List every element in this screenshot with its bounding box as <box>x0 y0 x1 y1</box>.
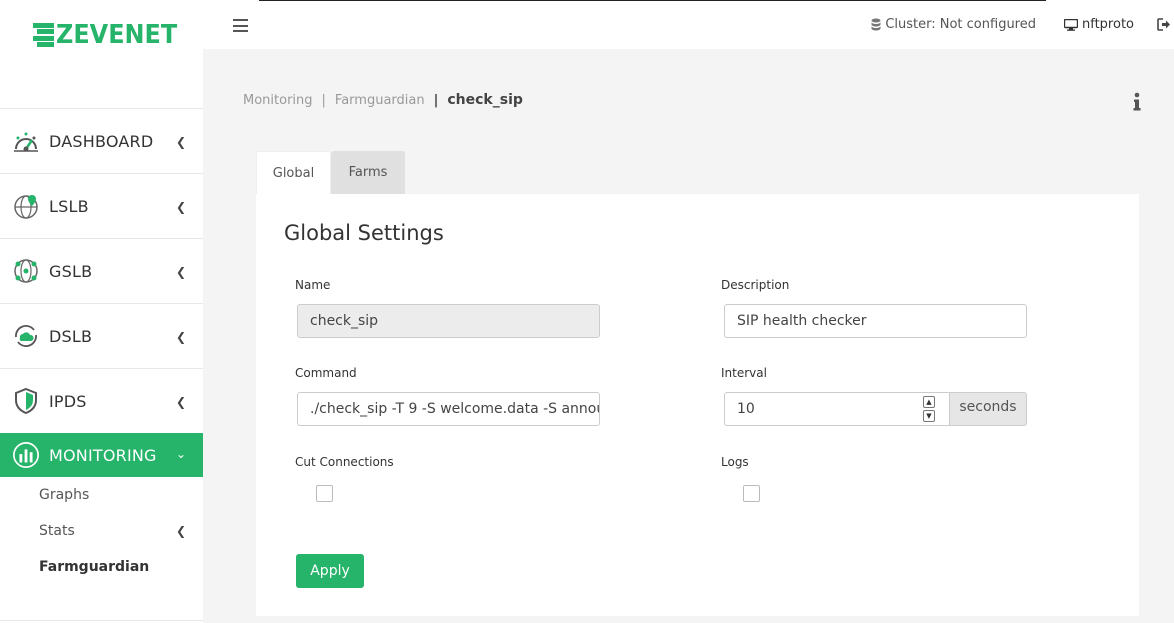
breadcrumb-current: check_sip <box>447 92 523 108</box>
sidebar-nav: DASHBOARD ❮ LSLB ❮ GSLB ❮ DSLB ❮ IPDS ❮ … <box>0 108 203 585</box>
hamburger-menu-icon[interactable] <box>233 19 248 32</box>
spinner-up-icon[interactable]: ▲ <box>923 396 935 408</box>
sign-out-icon <box>1157 18 1170 31</box>
global-settings-panel: Global Settings Name check_sip Descripti… <box>256 194 1139 616</box>
sidebar-item-label: DASHBOARD <box>49 131 154 151</box>
cut-connections-label: Cut Connections <box>295 455 394 469</box>
submenu-item-graphs[interactable]: Graphs <box>0 477 203 513</box>
sidebar-item-monitoring[interactable]: MONITORING ⌄ <box>0 433 203 477</box>
sidebar-item-label: LSLB <box>49 196 89 216</box>
chevron-left-icon: ❮ <box>175 265 186 279</box>
chevron-down-icon: ⌄ <box>175 447 186 461</box>
interval-spinner[interactable]: ▲ ▼ <box>923 396 935 422</box>
breadcrumb-monitoring[interactable]: Monitoring <box>243 93 313 108</box>
sidebar-item-dashboard[interactable]: DASHBOARD ❮ <box>0 108 203 173</box>
spinner-down-icon[interactable]: ▼ <box>923 410 935 422</box>
sidebar-item-label: GSLB <box>49 261 93 281</box>
breadcrumb-separator: | <box>321 92 326 108</box>
sidebar-item-label: MONITORING <box>49 445 157 465</box>
topbar-right: Cluster: Not configured nftproto <box>871 0 1174 49</box>
command-input[interactable]: ./check_sip -T 9 -S welcome.data -S anno… <box>297 392 600 426</box>
cluster-status[interactable]: Cluster: Not configured <box>871 17 1036 32</box>
interval-label: Interval <box>721 366 767 380</box>
globe-pin-icon <box>12 192 40 220</box>
submenu-item-farmguardian[interactable]: Farmguardian <box>0 549 203 585</box>
monitor-icon <box>1064 18 1078 31</box>
tab-farms[interactable]: Farms <box>331 151 405 194</box>
logs-label: Logs <box>721 455 749 469</box>
sidebar-item-dslb[interactable]: DSLB ❮ <box>0 303 203 368</box>
cut-connections-checkbox[interactable] <box>316 485 333 502</box>
name-input[interactable]: check_sip <box>297 304 600 338</box>
sidebar-item-ipds[interactable]: IPDS ❮ <box>0 368 203 433</box>
sidebar-item-lslb[interactable]: LSLB ❮ <box>0 173 203 238</box>
sidebar-item-label: DSLB <box>49 326 93 346</box>
apply-button[interactable]: Apply <box>296 554 364 588</box>
logo-mark-icon <box>33 22 54 48</box>
database-icon <box>871 18 881 31</box>
monitoring-submenu: Graphs Stats ❮ Farmguardian <box>0 477 203 585</box>
gauge-icon <box>12 127 40 155</box>
description-input[interactable]: SIP health checker <box>724 304 1027 338</box>
logout-button[interactable] <box>1157 18 1171 31</box>
tab-global[interactable]: Global <box>256 151 331 194</box>
shield-icon <box>12 387 40 415</box>
user-name: nftproto <box>1082 17 1134 32</box>
chevron-left-icon: ❮ <box>175 135 186 149</box>
cluster-label: Cluster: Not configured <box>885 17 1036 32</box>
info-icon[interactable] <box>1132 92 1142 112</box>
submenu-item-label: Stats <box>39 523 75 539</box>
sidebar-item-label: IPDS <box>49 391 87 411</box>
command-label: Command <box>295 366 357 380</box>
top-bar: Cluster: Not configured nftproto <box>203 0 1174 49</box>
cloud-cycle-icon <box>12 322 40 350</box>
logo-text: ZEVENET <box>56 20 178 50</box>
chevron-left-icon: ❮ <box>175 330 186 344</box>
breadcrumb-farmguardian[interactable]: Farmguardian <box>335 93 425 108</box>
description-label: Description <box>721 278 790 292</box>
chevron-left-icon: ❮ <box>175 200 186 214</box>
tabs: Global Farms <box>256 151 405 194</box>
zevenet-logo[interactable]: ZEVENET <box>33 20 188 50</box>
breadcrumb: Monitoring | Farmguardian | check_sip <box>243 92 523 108</box>
sidebar-item-gslb[interactable]: GSLB ❮ <box>0 238 203 303</box>
chevron-left-icon: ❮ <box>175 395 186 409</box>
submenu-item-stats[interactable]: Stats ❮ <box>0 513 203 549</box>
breadcrumb-separator: | <box>433 92 439 108</box>
user-menu[interactable]: nftproto <box>1064 17 1134 32</box>
chevron-left-icon: ❮ <box>175 524 186 538</box>
name-label: Name <box>295 278 331 292</box>
logs-checkbox[interactable] <box>743 485 760 502</box>
sidebar: ZEVENET DASHBOARD ❮ LSLB ❮ GSLB ❮ DSLB ❮… <box>0 0 203 623</box>
globe-network-icon <box>12 257 40 285</box>
interval-input[interactable]: 10 <box>724 392 950 426</box>
sidebar-divider <box>0 620 203 621</box>
panel-title: Global Settings <box>284 221 444 245</box>
interval-unit: seconds <box>950 392 1027 426</box>
monitoring-icon <box>12 441 40 469</box>
